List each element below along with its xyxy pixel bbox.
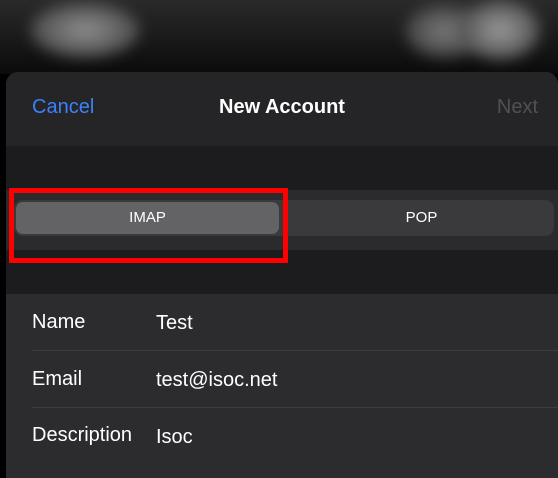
name-field[interactable]: Test [156, 312, 193, 335]
name-label: Name [32, 311, 86, 333]
next-button[interactable]: Next [497, 96, 538, 119]
highlight-annotation-box [9, 188, 288, 263]
email-row[interactable]: Email test@isoc.net [6, 351, 558, 408]
description-field[interactable]: Isoc [156, 426, 193, 449]
blurred-shape [460, 0, 540, 60]
new-account-sheet: Cancel New Account Next IMAP POP Name Te… [6, 72, 558, 478]
description-row[interactable]: Description Isoc [6, 408, 558, 465]
blurred-background [0, 0, 558, 74]
email-field[interactable]: test@isoc.net [156, 369, 277, 392]
description-label: Description [32, 424, 133, 446]
name-row[interactable]: Name Test [6, 294, 558, 351]
segment-pop[interactable]: POP [291, 202, 552, 234]
email-label: Email [32, 368, 83, 390]
page-title: New Account [219, 96, 345, 118]
account-form: Name Test Email test@isoc.net Descriptio… [6, 294, 558, 478]
navigation-bar: Cancel New Account Next [6, 72, 558, 146]
blurred-shape [30, 2, 140, 58]
